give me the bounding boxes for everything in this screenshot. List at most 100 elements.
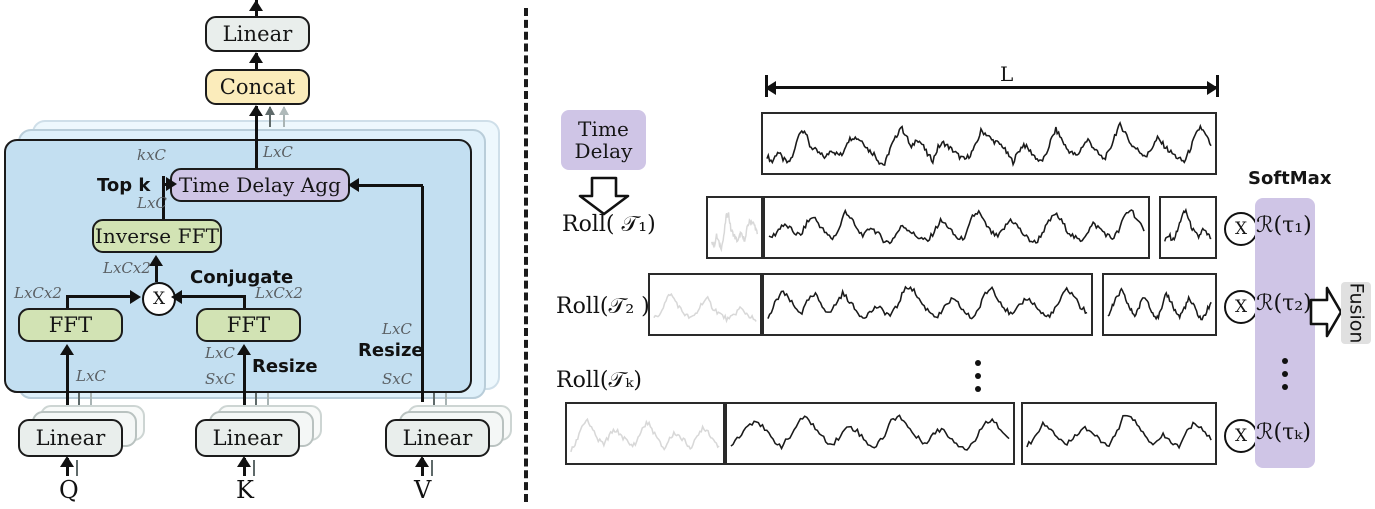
v-branch-arrowhead bbox=[348, 178, 359, 192]
multiply-row1-label: X bbox=[1234, 219, 1248, 239]
dim-agg-out: LxC bbox=[263, 143, 293, 161]
series-roll2-main-plot bbox=[767, 285, 1088, 320]
dim-ifft-in: LxCx2 bbox=[103, 259, 151, 277]
inverse-fft-label: Inverse FFT bbox=[94, 224, 220, 248]
linear-q-label: Linear bbox=[35, 425, 106, 450]
input-label-q: Q bbox=[59, 476, 79, 504]
series-box-rollk-faded bbox=[565, 402, 725, 465]
resize-k-label: Resize bbox=[252, 356, 318, 377]
dim-fft-q-in: LxC bbox=[76, 367, 106, 385]
linear-q-box[interactable]: Linear bbox=[18, 419, 123, 457]
arrow-agg-to-concat-line bbox=[255, 106, 258, 174]
series-box-roll1-tail bbox=[1159, 196, 1217, 259]
series-box-rollk-tail bbox=[1021, 402, 1217, 465]
arrow-agg-to-concat-ghost2-head bbox=[279, 106, 289, 115]
q-input-ghost bbox=[76, 460, 78, 476]
weight-label-k: ℛ(τₖ) bbox=[1256, 420, 1311, 445]
dim-linear-v-out: SxC bbox=[382, 370, 413, 388]
v-input-head bbox=[415, 456, 429, 467]
linear-k-label: Linear bbox=[212, 425, 283, 450]
arrow-agg-to-concat-ghost1-head bbox=[265, 106, 275, 115]
multiply-operator-row2: X bbox=[1224, 290, 1258, 324]
arrow-topk-head bbox=[166, 177, 177, 191]
series-box-roll2-faded bbox=[648, 273, 762, 336]
v-input-ghost bbox=[431, 460, 433, 476]
k-linear-to-fft-head bbox=[237, 344, 251, 355]
series-rows-ellipsis bbox=[975, 360, 981, 392]
multiply-operator-rowk: X bbox=[1224, 419, 1258, 453]
fft-q-right-line bbox=[66, 295, 134, 298]
series-box-roll1-faded bbox=[706, 196, 763, 259]
time-delay-badge-line2: Delay bbox=[574, 139, 633, 163]
multiply-operator-row1: X bbox=[1224, 212, 1258, 246]
time-delay-badge-line1: Time bbox=[578, 117, 629, 141]
k-input-ghost bbox=[253, 460, 255, 476]
roll-label-k: Roll(𝒯ₖ) bbox=[556, 368, 642, 393]
k-input-head bbox=[237, 456, 251, 467]
linear-v-label: Linear bbox=[402, 425, 473, 450]
time-delay-agg-label: Time Delay Agg bbox=[178, 173, 342, 197]
series-original-plot bbox=[766, 120, 1212, 168]
dim-ifft-out: LxC bbox=[137, 194, 167, 212]
input-label-k: K bbox=[236, 476, 254, 504]
fft-k-left-line bbox=[178, 295, 246, 298]
series-box-original bbox=[761, 112, 1217, 175]
dim-v-resized: LxC bbox=[382, 320, 412, 338]
series-box-roll2-tail bbox=[1102, 273, 1217, 336]
concat-label: Concat bbox=[219, 74, 296, 99]
dim-fft-k-out: LxCx2 bbox=[255, 284, 303, 302]
concat-box[interactable]: Concat bbox=[205, 69, 310, 105]
weight-label-2: ℛ(τ₂) bbox=[1256, 291, 1312, 316]
series-roll2-faded-plot bbox=[653, 292, 757, 324]
length-label-L: L bbox=[1000, 62, 1014, 86]
input-label-v: V bbox=[414, 476, 432, 504]
weight-label-1: ℛ(τ₁) bbox=[1256, 213, 1312, 238]
fusion-right-arrow bbox=[1309, 286, 1343, 338]
softmax-label: SoftMax bbox=[1248, 168, 1332, 189]
softmax-strip-ellipsis bbox=[1282, 358, 1288, 390]
series-rollk-tail-plot bbox=[1026, 414, 1212, 450]
q-linear-to-fft-head bbox=[60, 344, 74, 355]
arrow-agg-to-concat-head bbox=[249, 105, 263, 116]
arrow-concat-to-linear-head bbox=[249, 52, 263, 63]
v-branch-vertical bbox=[421, 186, 424, 402]
multiply-rowk-label: X bbox=[1234, 426, 1248, 446]
multiply-row2-label: X bbox=[1234, 297, 1248, 317]
fft-q-box[interactable]: FFT bbox=[18, 308, 123, 342]
fusion-box[interactable]: Fusion bbox=[1341, 282, 1371, 344]
arrow-linear-out-head bbox=[249, 0, 263, 11]
dim-fft-q-out: LxCx2 bbox=[14, 284, 62, 302]
series-rollk-faded-plot bbox=[570, 417, 720, 453]
fft-k-box[interactable]: FFT bbox=[196, 308, 301, 342]
linear-k-box[interactable]: Linear bbox=[195, 419, 300, 457]
roll-label-1: Roll( 𝒯₁) bbox=[562, 212, 656, 237]
time-delay-badge: Time Delay bbox=[561, 110, 646, 170]
linear-v-box[interactable]: Linear bbox=[385, 419, 490, 457]
L-measure-tick-left bbox=[765, 75, 768, 97]
panel-divider bbox=[524, 8, 528, 502]
resize-v-label: Resize bbox=[358, 340, 424, 361]
fusion-label: Fusion bbox=[1345, 282, 1367, 344]
fft-q-arrowhead bbox=[130, 290, 141, 304]
fft-k-arrowhead bbox=[171, 290, 182, 304]
dim-fft-k-in-resized: LxC bbox=[205, 344, 235, 362]
series-box-rollk-main bbox=[725, 402, 1015, 465]
linear-output-label: Linear bbox=[222, 21, 293, 46]
inverse-fft-box[interactable]: Inverse FFT bbox=[92, 219, 222, 253]
series-roll1-tail-plot bbox=[1164, 207, 1212, 242]
series-rollk-main-plot bbox=[730, 414, 1010, 451]
series-box-roll2-main bbox=[762, 273, 1093, 336]
series-box-roll1-main bbox=[763, 196, 1150, 259]
top-k-label: Top k bbox=[97, 175, 151, 196]
arrow-mul-to-ifft-head bbox=[149, 255, 163, 266]
time-delay-agg-box[interactable]: Time Delay Agg bbox=[170, 168, 350, 202]
q-input-head bbox=[60, 456, 74, 467]
L-measure-line bbox=[768, 86, 1218, 89]
linear-output-box[interactable]: Linear bbox=[205, 16, 310, 52]
roll-label-2: Roll(𝒯₂ ) bbox=[556, 294, 650, 319]
series-roll2-tail-plot bbox=[1107, 287, 1212, 321]
time-delay-down-arrow bbox=[578, 176, 630, 216]
series-roll1-main-plot bbox=[768, 208, 1145, 245]
dim-topk-out: kxC bbox=[137, 146, 167, 164]
L-measure-tick-right bbox=[1216, 75, 1219, 97]
